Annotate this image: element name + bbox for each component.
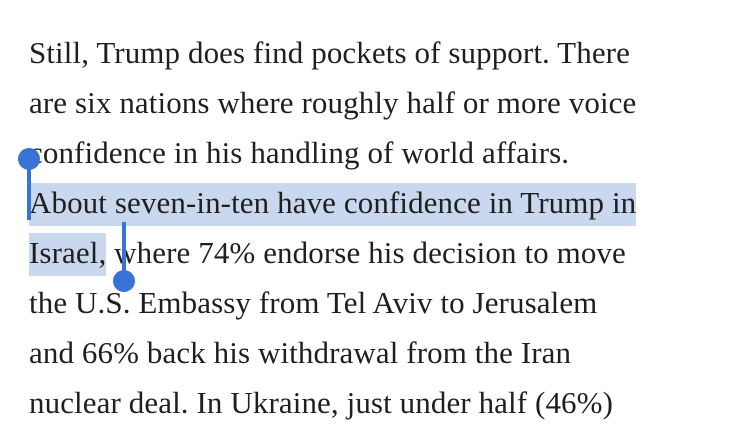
article-body[interactable]: Still, Trump does find pockets of suppor…: [29, 28, 749, 428]
text-line-8: nuclear deal. In Ukraine, just under hal…: [29, 385, 613, 420]
selected-text-line-4[interactable]: About seven-in-ten have confidence in Tr…: [29, 183, 637, 226]
text-line-7: and 66% back his withdrawal from the Ira…: [29, 335, 572, 370]
text-line-2: are six nations where roughly half or mo…: [29, 85, 637, 120]
unselected-text-line-5: where 74% endorse his decision to move: [106, 235, 626, 270]
text-line-1: Still, Trump does find pockets of suppor…: [29, 35, 630, 70]
text-line-4: About seven-in-ten have confidence in Tr…: [29, 178, 749, 228]
page: Still, Trump does find pockets of suppor…: [0, 0, 750, 437]
selection-end-handle[interactable]: [113, 222, 135, 294]
selected-text-line-5[interactable]: Israel,: [29, 233, 107, 276]
text-line-5: Israel, where 74% endorse his decision t…: [29, 228, 749, 278]
text-line-6: the U.S. Embassy from Tel Aviv to Jerusa…: [29, 285, 598, 320]
text-line-3: confidence in his handling of world affa…: [29, 135, 570, 170]
selection-end-knob-icon[interactable]: [113, 270, 135, 292]
selection-start-caret: [27, 162, 31, 220]
selection-start-handle[interactable]: [18, 148, 40, 221]
